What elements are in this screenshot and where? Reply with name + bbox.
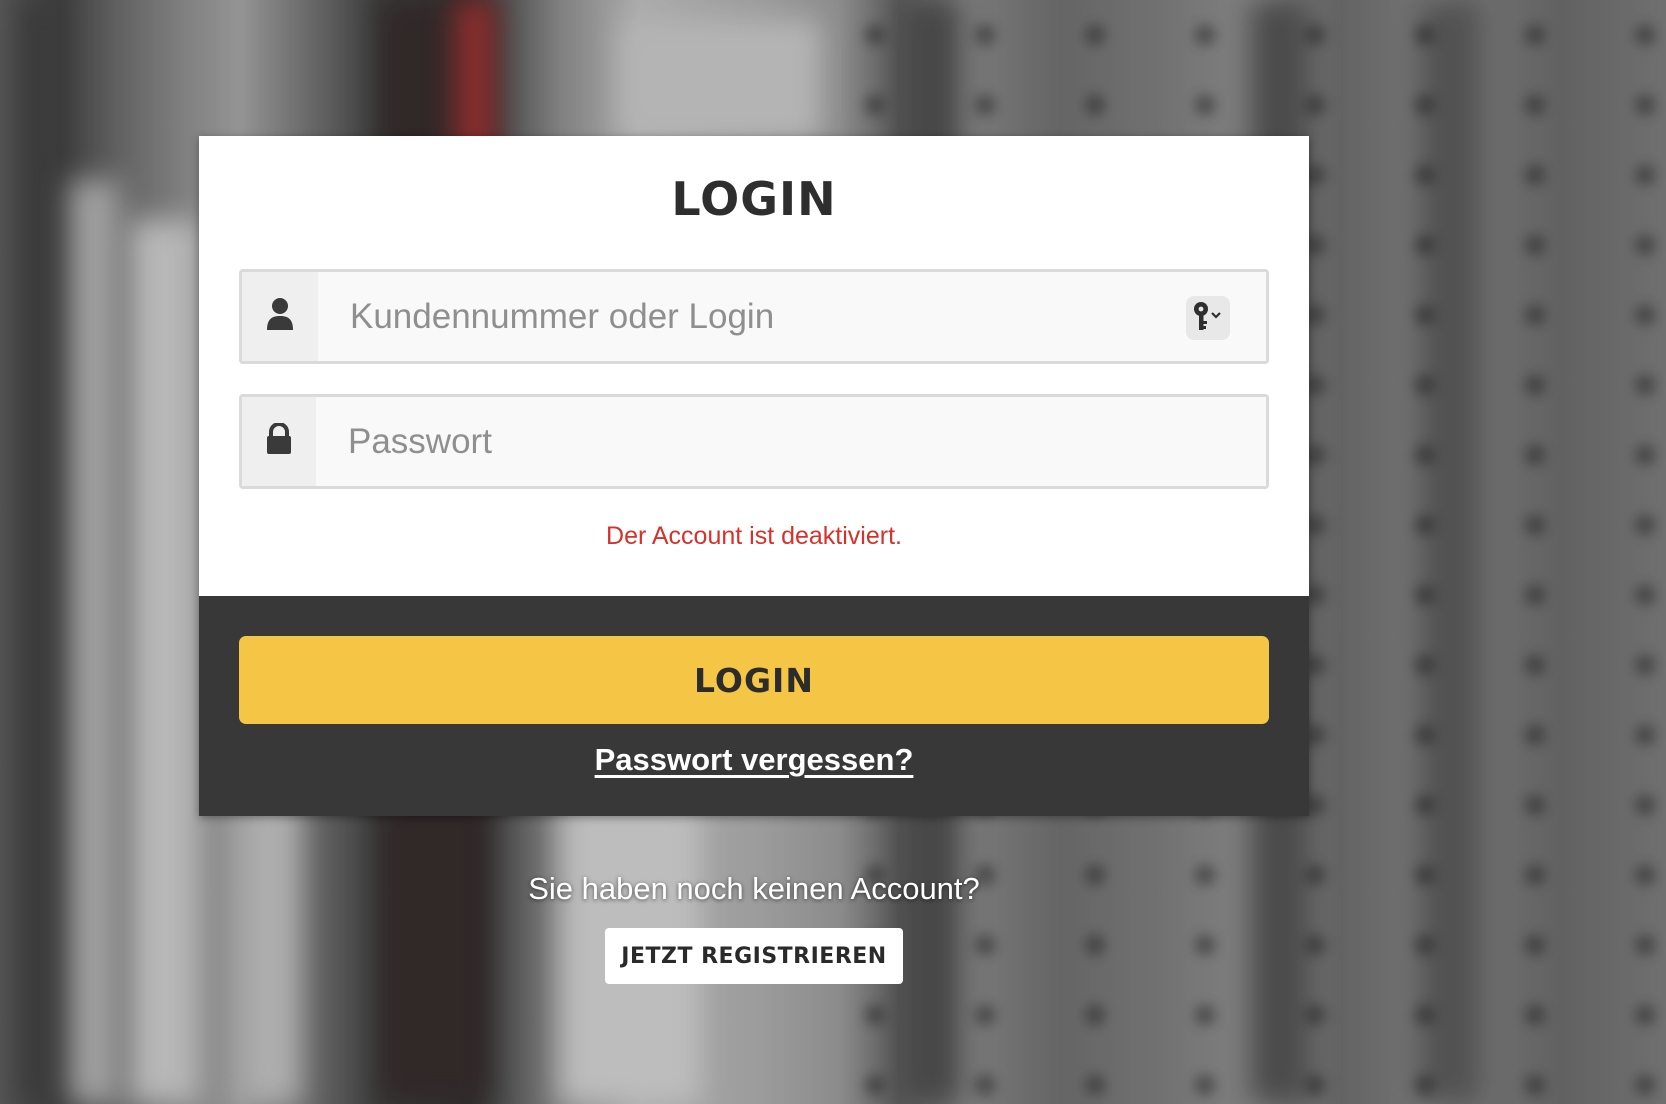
login-form: LOGIN Kundennummer oder Login Der Accoun… bbox=[199, 136, 1309, 596]
login-card-footer: LOGIN Passwort vergessen? bbox=[199, 596, 1309, 816]
password-manager-button[interactable] bbox=[1186, 296, 1230, 340]
username-addon bbox=[242, 272, 318, 361]
login-card: LOGIN Kundennummer oder Login Der Accoun… bbox=[199, 136, 1309, 816]
no-account-prompt: Sie haben noch keinen Account? bbox=[528, 871, 980, 906]
forgot-password-link[interactable]: Passwort vergessen? bbox=[199, 742, 1309, 778]
password-input[interactable] bbox=[316, 397, 1266, 486]
password-field-group bbox=[239, 394, 1269, 489]
page-title: LOGIN bbox=[671, 172, 837, 226]
user-icon bbox=[266, 297, 294, 336]
error-message: Der Account ist deaktiviert. bbox=[606, 522, 902, 550]
password-addon bbox=[242, 397, 316, 486]
key-icon bbox=[1191, 300, 1225, 337]
login-button[interactable]: LOGIN bbox=[239, 636, 1269, 724]
register-button[interactable]: JETZT REGISTRIEREN bbox=[605, 928, 903, 984]
username-field-group bbox=[239, 269, 1269, 364]
username-input[interactable] bbox=[318, 272, 1266, 361]
lock-icon bbox=[266, 422, 292, 460]
